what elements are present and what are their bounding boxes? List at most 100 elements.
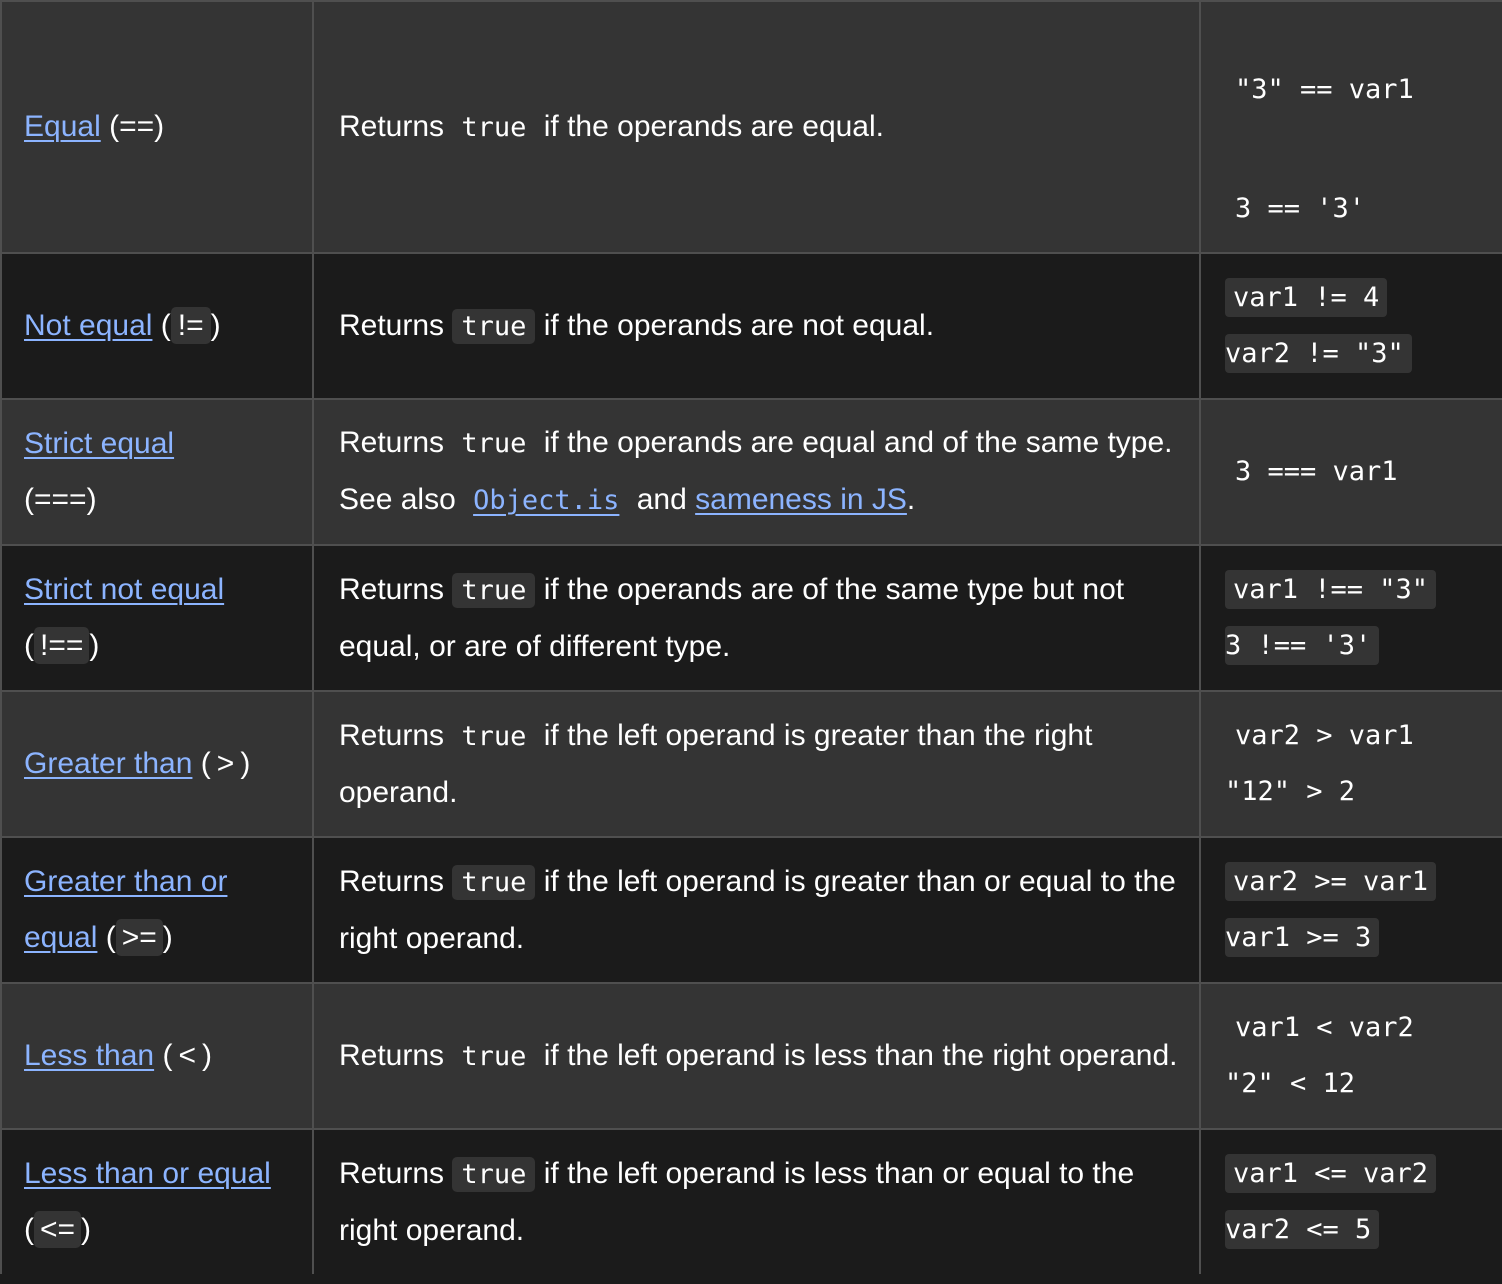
examples-cell: var1 < var2 "2" < 12 xyxy=(1199,982,1502,1130)
operator-paren-open: ( xyxy=(24,483,34,516)
example-code: "2" < 12 xyxy=(1225,1056,1502,1112)
sameness-link[interactable]: sameness in JS xyxy=(695,483,907,516)
description-text: if the operands are not equal. xyxy=(535,308,935,342)
operator-paren-close: ) xyxy=(240,747,251,780)
true-code: true xyxy=(461,111,527,143)
operator-symbol: >= xyxy=(115,919,163,956)
operator-symbol: != xyxy=(170,307,211,344)
examples-cell: var1 <= var2 var2 <= 5 xyxy=(1199,1128,1502,1276)
true-code: true xyxy=(452,864,536,900)
example-code: var2 <= 5 xyxy=(1225,1202,1502,1258)
example-code-text: "12" > 2 xyxy=(1225,776,1356,807)
example-code: var1 !== "3" xyxy=(1225,562,1502,618)
table-row: Less than or equal (<=) Returns true if … xyxy=(0,1128,1502,1276)
table-row: Equal (==) Returns true if the operands … xyxy=(0,0,1502,254)
example-code-text: var2 != "3" xyxy=(1225,334,1412,373)
description-text: Returns xyxy=(339,1156,453,1190)
operator-symbol: == xyxy=(119,110,155,143)
operator-link-greater-than[interactable]: Greater than xyxy=(24,747,192,780)
operator-symbol: < xyxy=(178,1039,196,1072)
example-code: var1 != 4 xyxy=(1225,270,1502,326)
description-cell: Returns true if the left operand is less… xyxy=(312,1128,1201,1276)
description-cell: Returns true if the left operand is grea… xyxy=(312,836,1201,984)
description-text: Returns xyxy=(339,718,453,752)
operator-link-strict-equal[interactable]: Strict equal xyxy=(24,427,174,460)
example-code-text: var1 < var2 xyxy=(1235,1012,1414,1043)
example-code-text: var2 >= var1 xyxy=(1225,862,1437,901)
operator-link-less-than-or-equal[interactable]: Less than or equal xyxy=(24,1157,271,1190)
description-text: Returns xyxy=(339,1038,453,1072)
description-text: Returns xyxy=(339,426,453,459)
operator-paren-open: ( xyxy=(105,921,116,954)
true-code: true xyxy=(461,428,527,459)
operator-paren-open: ( xyxy=(109,110,120,143)
description-text: if the left operand is less than the rig… xyxy=(535,1038,1178,1072)
operator-cell: Strict equal (===) xyxy=(0,398,314,546)
example-code-text: 3 !== '3' xyxy=(1225,626,1380,665)
operator-paren-close: ) xyxy=(81,1213,92,1246)
table-row: Strict not equal (!==) Returns true if t… xyxy=(0,544,1502,692)
operator-link-less-than[interactable]: Less than xyxy=(24,1039,154,1072)
example-code-text: var1 >= 3 xyxy=(1225,918,1380,957)
table-row: Strict equal (===) Returns true if the o… xyxy=(0,398,1502,546)
example-code: "3" == var1 xyxy=(1235,74,1414,105)
example-code: 3 == '3' xyxy=(1235,193,1366,224)
example-code: var2 != "3" xyxy=(1225,326,1502,382)
table-row: Not equal (!=) Returns true if the opera… xyxy=(0,252,1502,400)
example-code: var2 > var1 xyxy=(1225,708,1502,764)
operator-symbol: !== xyxy=(34,627,90,664)
example-code: var2 >= var1 xyxy=(1225,854,1502,910)
table-row: Greater than or equal (>=) Returns true … xyxy=(0,836,1502,984)
examples-cell: 3 === var1 xyxy=(1199,398,1502,546)
object-is-link[interactable]: Object.is xyxy=(464,483,628,518)
examples-cell: var2 > var1 "12" > 2 xyxy=(1199,690,1502,838)
operator-paren-close: ) xyxy=(162,921,173,954)
operator-paren-open: ( xyxy=(24,629,34,662)
true-code: true xyxy=(452,1156,536,1192)
description-cell: Returns true if the operands are equal. xyxy=(312,0,1201,254)
operator-link-strict-not-equal[interactable]: Strict not equal xyxy=(24,573,224,606)
operator-paren-open: ( xyxy=(24,1213,34,1246)
operator-paren-open: ( xyxy=(160,309,171,342)
example-code: 3 == var1 xyxy=(1235,3,1381,20)
operator-cell: Equal (==) xyxy=(0,0,314,254)
description-text: if the operands are equal. xyxy=(535,109,884,143)
operator-cell: Not equal (!=) xyxy=(0,252,314,400)
operator-cell: Greater than or equal (>=) xyxy=(0,836,314,984)
operator-paren-close: ) xyxy=(154,110,165,143)
description-cell: Returns true if the left operand is grea… xyxy=(312,690,1201,838)
operator-cell: Less than (<) xyxy=(0,982,314,1130)
operator-paren-open: ( xyxy=(200,747,211,780)
true-code: true xyxy=(452,572,536,608)
example-code: var1 < var2 xyxy=(1225,1000,1502,1056)
examples-cell: 3 == var1 "3" == var1 3 == '3' xyxy=(1199,0,1502,254)
example-code-text: var2 <= 5 xyxy=(1225,1210,1380,1249)
example-code-text: "2" < 12 xyxy=(1225,1068,1356,1099)
table-row: Less than (<) Returns true if the left o… xyxy=(0,982,1502,1130)
example-code-text: var1 <= var2 xyxy=(1225,1154,1437,1193)
operator-link-text: Less than or equal xyxy=(24,1157,271,1190)
operator-link-not-equal[interactable]: Not equal xyxy=(24,309,152,342)
example-code: var1 <= var2 xyxy=(1225,1146,1502,1202)
example-code: var1 >= 3 xyxy=(1225,910,1502,966)
operator-paren-open: ( xyxy=(162,1039,173,1072)
description-cell: Returns true if the operands are of the … xyxy=(312,544,1201,692)
true-code: true xyxy=(452,308,536,344)
examples-cell: var1 != 4 var2 != "3" xyxy=(1199,252,1502,400)
operator-cell: Greater than (>) xyxy=(0,690,314,838)
example-code-text: var1 != 4 xyxy=(1225,278,1388,317)
operator-symbol: > xyxy=(216,747,235,780)
table-row: Greater than (>) Returns true if the lef… xyxy=(0,690,1502,838)
operator-paren-close: ) xyxy=(201,1039,212,1072)
operator-paren-close: ) xyxy=(210,309,221,342)
operator-symbol: <= xyxy=(34,1211,82,1248)
example-code: 3 !== '3' xyxy=(1225,618,1502,674)
operator-link-equal[interactable]: Equal xyxy=(24,110,101,143)
example-code: "12" > 2 xyxy=(1225,764,1502,820)
true-code: true xyxy=(461,720,527,752)
description-text: and xyxy=(628,483,696,516)
description-text: . xyxy=(906,483,916,516)
example-code: 3 === var1 xyxy=(1225,444,1502,500)
operator-paren-close: ) xyxy=(89,629,100,662)
example-code-text: var2 > var1 xyxy=(1235,720,1414,751)
